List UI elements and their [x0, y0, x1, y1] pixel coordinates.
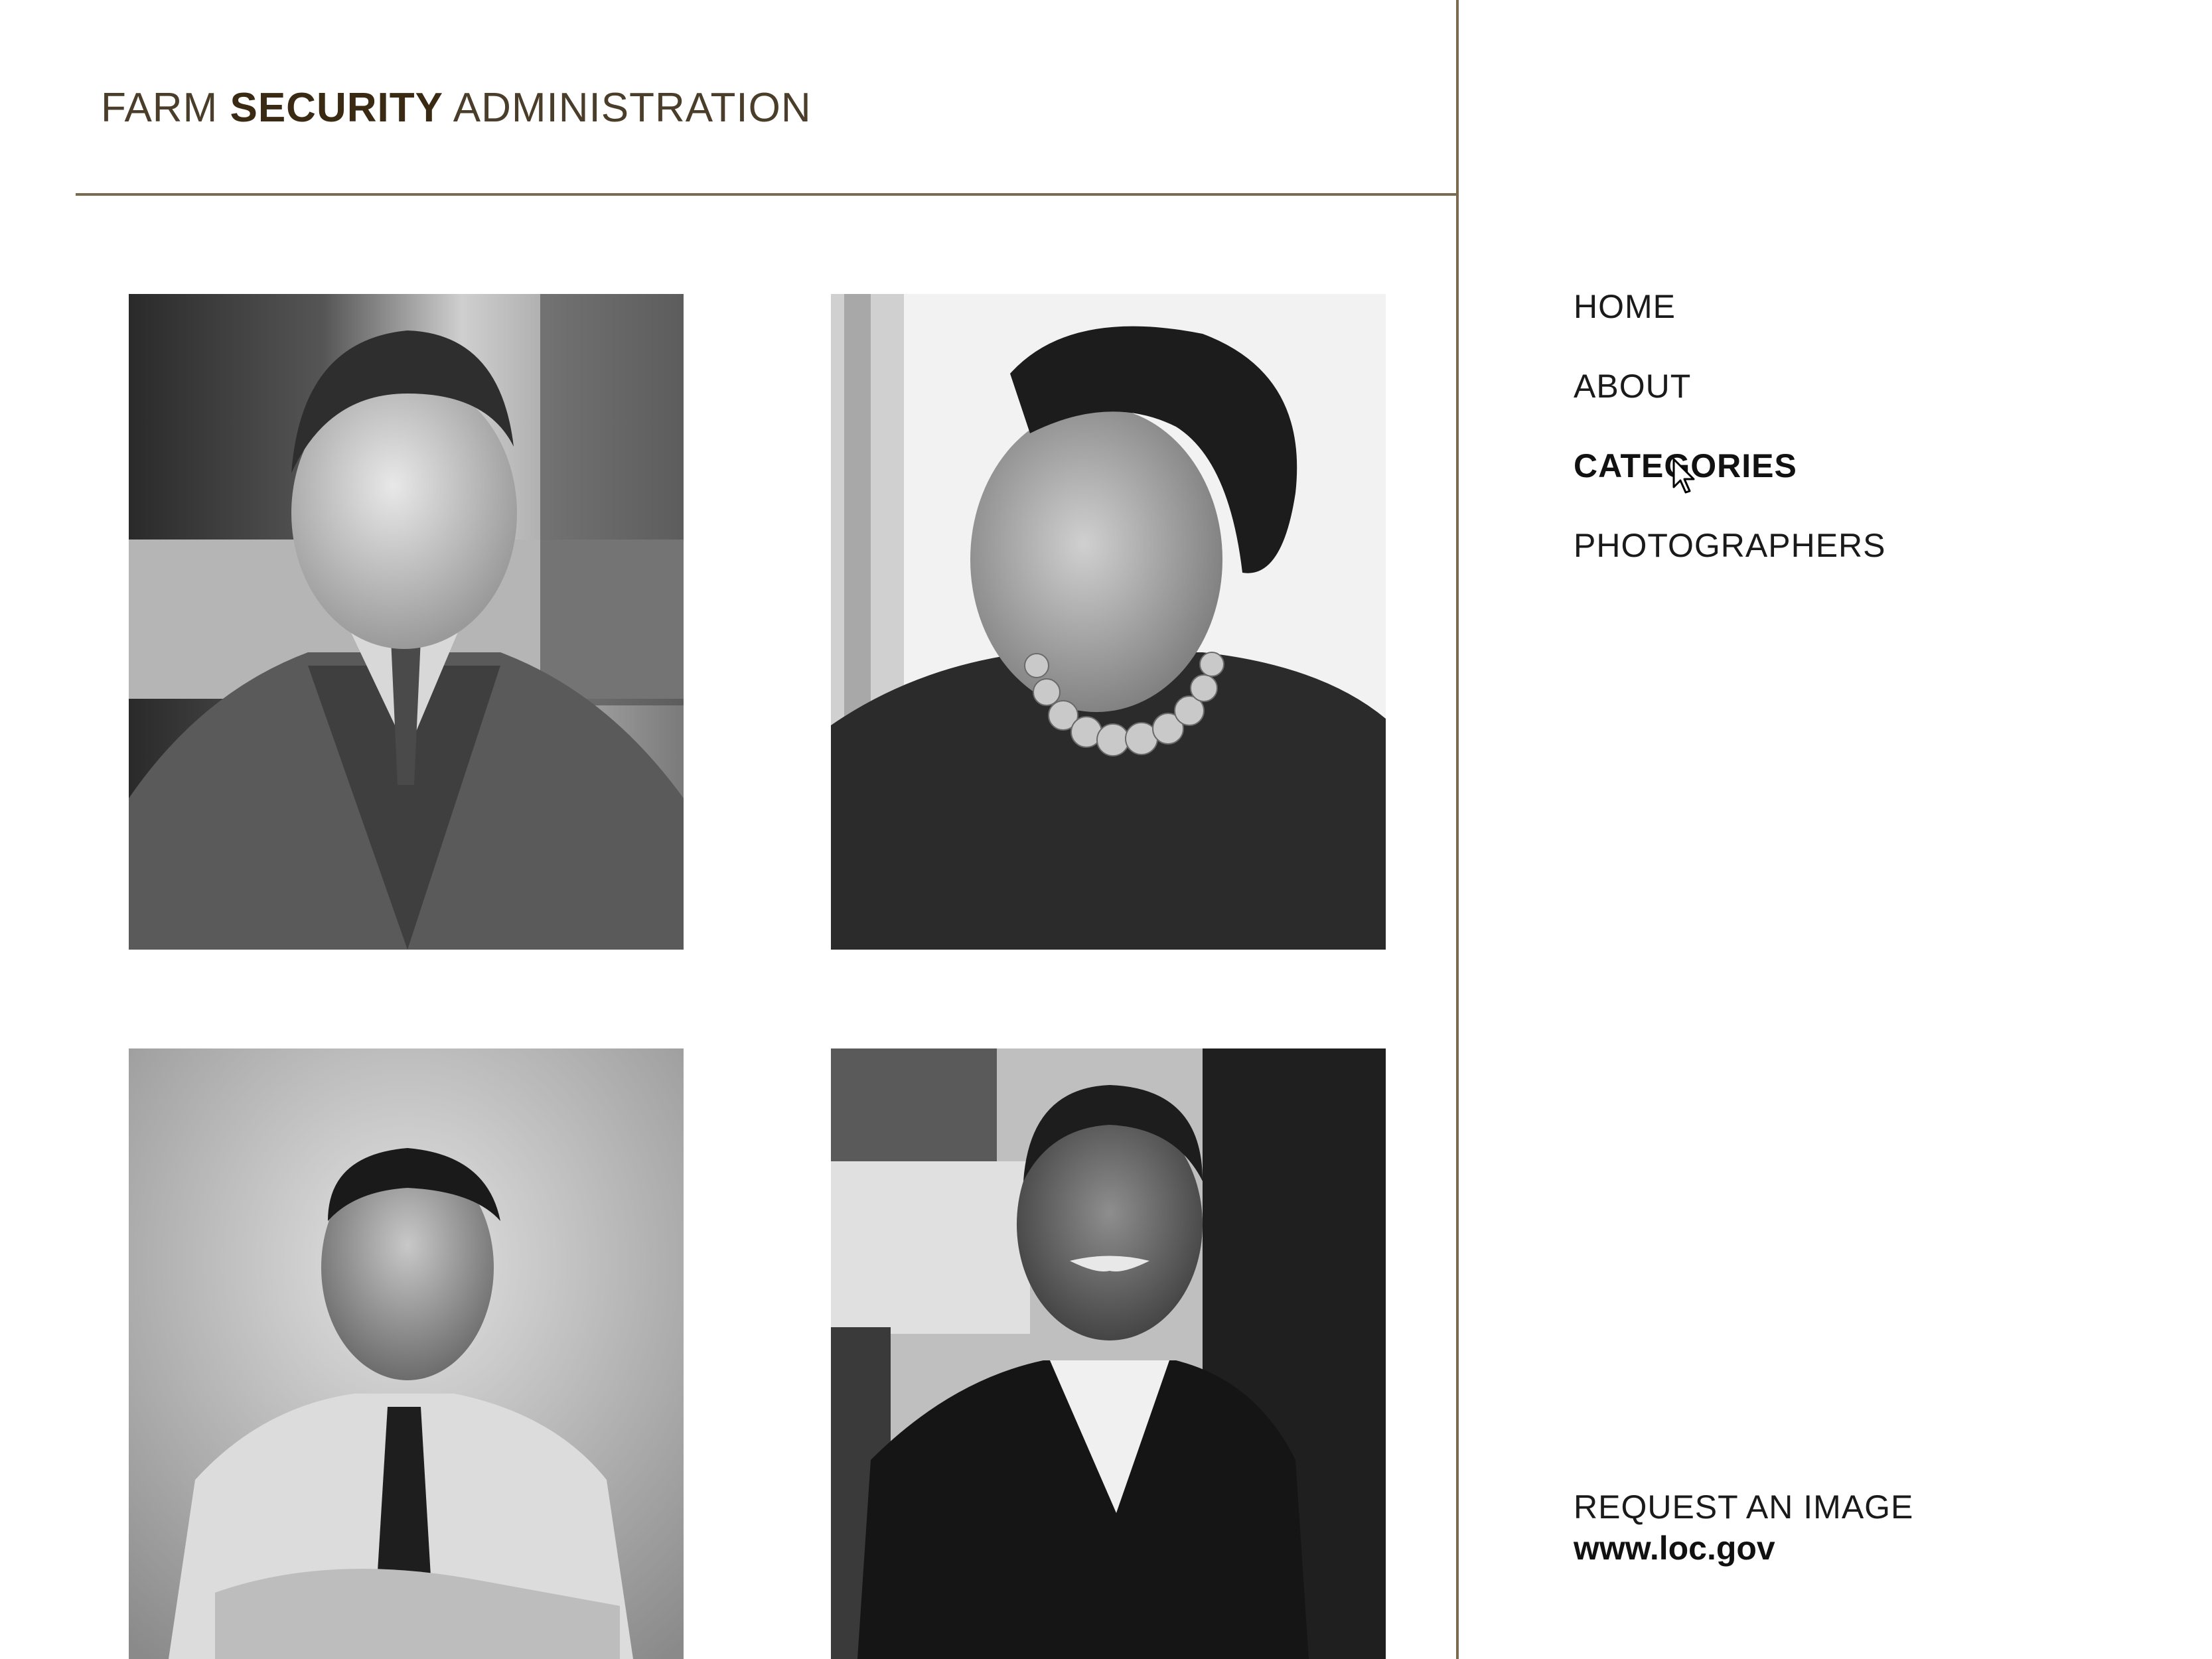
request-image-block: REQUEST AN IMAGE www.loc.gov — [1574, 1486, 1913, 1569]
loc-url-link[interactable]: www.loc.gov — [1574, 1528, 1913, 1569]
nav-item-categories[interactable]: CATEGORIES — [1574, 446, 1886, 526]
photo-portrait-woman-beret-pearls[interactable] — [831, 294, 1386, 950]
mouse-pointer-icon — [1672, 458, 1695, 494]
photo-portrait-smiling-man-jacket[interactable] — [831, 1048, 1386, 1659]
site-title-part-2: SECURITY — [230, 85, 443, 131]
photo-portrait-young-man-suit[interactable] — [129, 294, 684, 950]
main-nav: HOME ABOUT CATEGORIES PHOTOGRAPHERS — [1574, 287, 1886, 605]
nav-item-about[interactable]: ABOUT — [1574, 366, 1886, 446]
sidebar-divider — [1456, 0, 1459, 1659]
site-title-part-3: ADMINISTRATION — [453, 85, 812, 131]
site-title[interactable]: FARM SECURITY ADMINISTRATION — [101, 84, 812, 133]
site-title-part-1: FARM — [101, 85, 218, 131]
header-divider — [76, 193, 1457, 196]
request-image-link[interactable]: REQUEST AN IMAGE — [1574, 1486, 1913, 1528]
photo-portrait-young-man-tie[interactable] — [129, 1048, 684, 1659]
nav-item-home[interactable]: HOME — [1574, 287, 1886, 366]
nav-item-photographers[interactable]: PHOTOGRAPHERS — [1574, 526, 1886, 605]
